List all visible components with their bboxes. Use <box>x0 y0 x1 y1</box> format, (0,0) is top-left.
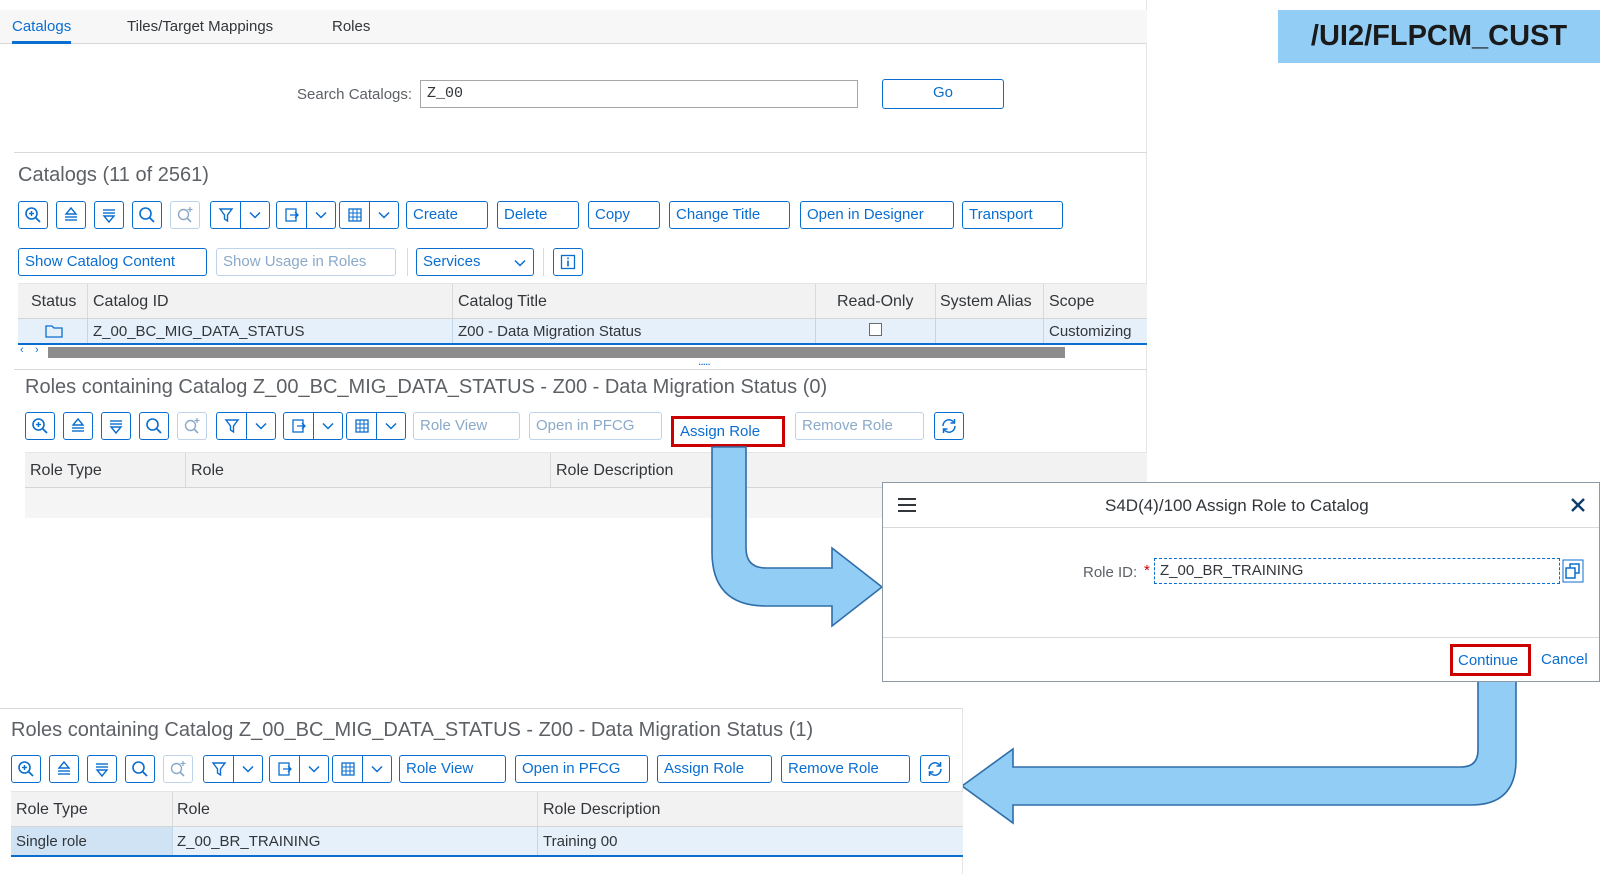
continue-button[interactable]: Continue <box>1450 644 1531 676</box>
column-divider <box>537 792 538 826</box>
column-role[interactable]: Role <box>177 801 210 819</box>
column-divider <box>172 827 173 855</box>
required-marker: * <box>1144 562 1150 579</box>
roles-result-panel: Roles containing Catalog Z_00_BC_MIG_DAT… <box>0 708 963 874</box>
roles-section-title: Roles containing Catalog Z_00_BC_MIG_DAT… <box>11 719 814 741</box>
dialog-title: S4D(4)/100 Assign Role to Catalog <box>1105 496 1369 515</box>
layout-split-button[interactable] <box>332 755 392 783</box>
remove-role-button[interactable]: Remove Role <box>781 755 910 783</box>
role-view-button[interactable]: Role View <box>399 755 506 783</box>
filter-split-button[interactable] <box>203 755 263 783</box>
divider <box>883 637 1599 638</box>
column-role-description[interactable]: Role Description <box>543 801 660 819</box>
cell-role-type: Single role <box>16 833 87 850</box>
cell-role-description: Training 00 <box>543 833 618 850</box>
column-role-type[interactable]: Role Type <box>16 801 88 819</box>
assign-role-button[interactable]: Assign Role <box>657 755 772 783</box>
value-help-icon[interactable] <box>1562 559 1584 583</box>
role-id-label: Role ID: <box>1083 564 1138 581</box>
cell-role: Z_00_BR_TRAINING <box>177 833 321 850</box>
filter-icon[interactable] <box>204 756 233 782</box>
refresh-icon[interactable] <box>920 755 950 783</box>
export-split-button[interactable] <box>269 755 329 783</box>
table-row[interactable]: Single role Z_00_BR_TRAINING Training 00 <box>11 827 963 857</box>
export-icon[interactable] <box>270 756 299 782</box>
open-in-pfcg-button[interactable]: Open in PFCG <box>515 755 648 783</box>
chevron-down-icon[interactable] <box>233 756 262 782</box>
sort-ascending-icon[interactable] <box>49 755 79 783</box>
cancel-button[interactable]: Cancel <box>1541 651 1588 668</box>
role-id-input[interactable]: Z_00_BR_TRAINING <box>1154 558 1560 584</box>
column-divider <box>172 792 173 826</box>
column-divider <box>537 827 538 855</box>
menu-icon[interactable] <box>897 496 917 514</box>
chevron-down-icon[interactable] <box>362 756 391 782</box>
dialog-header: S4D(4)/100 Assign Role to Catalog <box>883 483 1599 528</box>
search-icon[interactable] <box>125 755 155 783</box>
chevron-down-icon[interactable] <box>299 756 328 782</box>
zoom-details-icon[interactable] <box>11 755 41 783</box>
close-icon[interactable] <box>1570 497 1586 513</box>
roles-grid-header: Role Type Role Role Description <box>11 791 963 827</box>
arrow-to-dialog <box>711 446 884 628</box>
assign-role-dialog: S4D(4)/100 Assign Role to Catalog Role I… <box>882 482 1600 682</box>
table-layout-icon[interactable] <box>333 756 362 782</box>
search-next-icon[interactable] <box>163 755 193 783</box>
sort-descending-icon[interactable] <box>87 755 117 783</box>
arrow-to-result <box>960 679 1517 825</box>
